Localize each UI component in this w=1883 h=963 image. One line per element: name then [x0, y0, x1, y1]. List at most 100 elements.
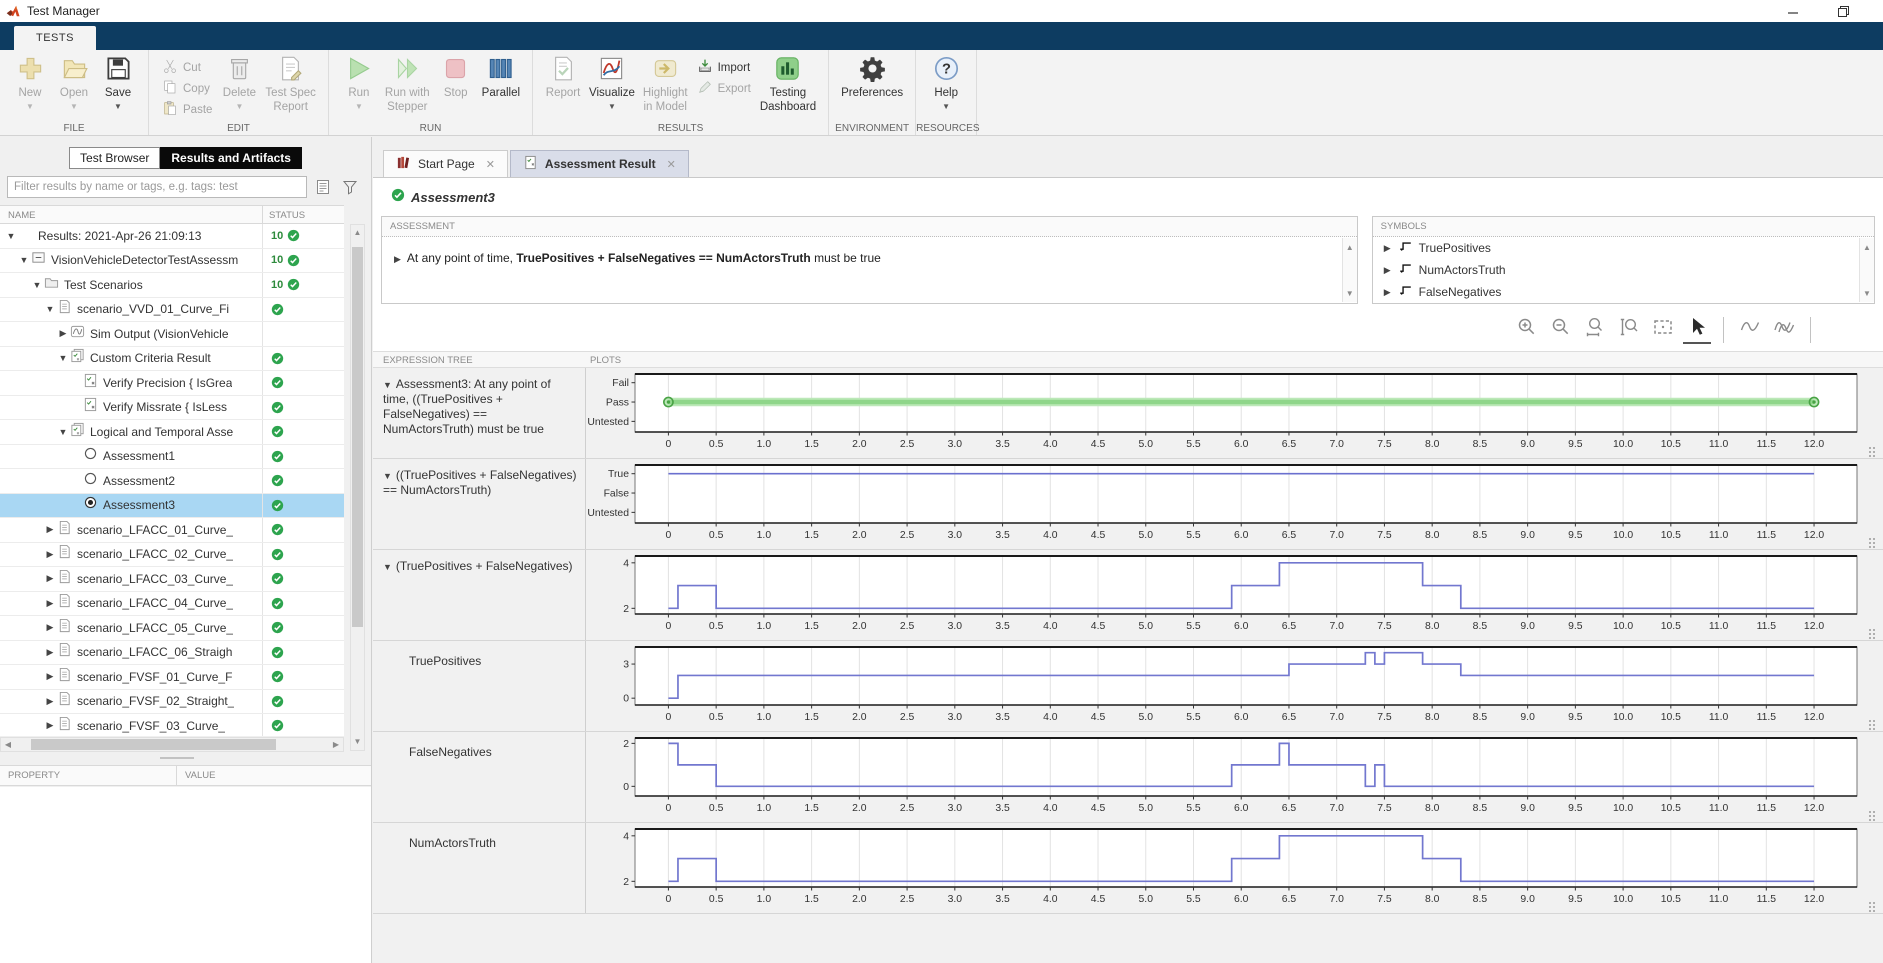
tree-row-scenario-lfacc-03-curve[interactable]: ▶scenario_LFACC_03_Curve_: [0, 567, 344, 592]
import-button[interactable]: Import: [694, 57, 754, 78]
expander-icon[interactable]: ▶: [45, 573, 55, 584]
expression-label[interactable]: ▼(TruePositives + FalseNegatives): [373, 550, 586, 640]
scroll-down-icon[interactable]: ▼: [351, 734, 364, 748]
parallel-button[interactable]: Parallel: [478, 55, 524, 102]
filter-icon[interactable]: [339, 176, 361, 198]
tree-row-assessment2[interactable]: Assessment2: [0, 469, 344, 494]
scroll-left-icon[interactable]: ◀: [1, 738, 15, 751]
dropdown-arrow-icon[interactable]: ▼: [942, 102, 950, 111]
cut-button[interactable]: Cut: [159, 57, 215, 78]
report-button[interactable]: Report: [541, 55, 585, 102]
restore-button[interactable]: [1833, 2, 1853, 20]
data-cursor-button[interactable]: [1736, 316, 1764, 344]
copy-button[interactable]: Copy: [159, 78, 215, 99]
run-with-stepper-button[interactable]: Run withStepper: [381, 55, 434, 116]
expander-icon[interactable]: ▼: [45, 304, 55, 314]
symbol-row-falsenegatives[interactable]: ▶FalseNegatives: [1373, 281, 1874, 303]
tree-row-scenario-fvsf-02-straight[interactable]: ▶scenario_FVSF_02_Straight_: [0, 690, 344, 715]
tree-row-logical-and-temporal-asse[interactable]: ▼Logical and Temporal Asse: [0, 420, 344, 445]
expander-icon[interactable]: ▶: [45, 549, 55, 560]
tree-row-verify-precision-isgrea[interactable]: Verify Precision { IsGrea: [0, 371, 344, 396]
zoom-y-button[interactable]: [1615, 316, 1643, 344]
expander-icon[interactable]: ▶: [58, 328, 68, 339]
scroll-up-icon[interactable]: ▲: [351, 225, 364, 239]
expander-icon[interactable]: ▶: [45, 598, 55, 609]
highlight-in-model-button[interactable]: Highlightin Model: [639, 55, 692, 116]
scroll-up-icon[interactable]: ▲: [1343, 240, 1357, 254]
scroll-down-icon[interactable]: ▼: [1343, 286, 1357, 300]
tree-horizontal-scrollbar[interactable]: ◀ ▶: [0, 737, 344, 752]
panel-tab-results-and-artifacts[interactable]: Results and Artifacts: [160, 147, 302, 169]
tp-plus-fn-plot[interactable]: 4200.51.01.52.02.53.03.54.04.55.05.56.06…: [586, 550, 1883, 640]
minimize-button[interactable]: [1783, 2, 1803, 20]
symbol-row-truepositives[interactable]: ▶TruePositives: [1373, 237, 1874, 259]
dropdown-arrow-icon[interactable]: ▼: [355, 102, 363, 111]
doc-tab-start-page[interactable]: Start Page✕: [383, 150, 508, 177]
visualize-button[interactable]: Visualize▼: [585, 55, 639, 112]
dropdown-arrow-icon[interactable]: ▼: [114, 102, 122, 111]
expander-icon[interactable]: ▶: [45, 671, 55, 682]
symbols-scrollbar[interactable]: ▲ ▼: [1859, 238, 1874, 302]
expander-icon[interactable]: ▶: [1383, 265, 1392, 276]
tree-row-scenario-fvsf-03-curve[interactable]: ▶scenario_FVSF_03_Curve_: [0, 714, 344, 736]
expression-result-plot[interactable]: TrueFalseUntested00.51.01.52.02.53.03.54…: [586, 459, 1883, 549]
expression-label[interactable]: FalseNegatives: [373, 732, 586, 822]
tree-row-verify-missrate-isless[interactable]: Verify Missrate { IsLess: [0, 396, 344, 421]
expander-icon[interactable]: ▶: [45, 696, 55, 707]
expression-label[interactable]: NumActorsTruth: [373, 823, 586, 913]
help-button[interactable]: ?Help▼: [924, 55, 968, 112]
expand-arrow-icon[interactable]: ▶: [394, 254, 401, 264]
dropdown-arrow-icon[interactable]: ▼: [608, 102, 616, 111]
expression-label[interactable]: TruePositives: [373, 641, 586, 731]
expander-icon[interactable]: ▼: [32, 280, 42, 290]
symbol-row-numactorstruth[interactable]: ▶NumActorsTruth: [1373, 259, 1874, 281]
tab-tests[interactable]: TESTS: [14, 26, 96, 50]
preferences-button[interactable]: Preferences: [837, 55, 907, 102]
dropdown-arrow-icon[interactable]: ▼: [26, 102, 34, 111]
expander-icon[interactable]: ▼: [19, 255, 29, 265]
expander-icon[interactable]: ▶: [45, 524, 55, 535]
expander-icon[interactable]: ▼: [58, 427, 68, 437]
run-button[interactable]: Run▼: [337, 55, 381, 112]
tree-row-sim-output-visionvehicle[interactable]: ▶Sim Output (VisionVehicle: [0, 322, 344, 347]
delete-button[interactable]: Delete▼: [217, 55, 261, 112]
tree-row-test-scenarios[interactable]: ▼Test Scenarios10: [0, 273, 344, 298]
expander-icon[interactable]: ▶: [45, 622, 55, 633]
tree-row-scenario-lfacc-02-curve[interactable]: ▶scenario_LFACC_02_Curve_: [0, 543, 344, 568]
data-cursor-multi-button[interactable]: [1770, 316, 1798, 344]
tree-row-visionvehicledetectortestassessm[interactable]: ▼VisionVehicleDetectorTestAssessm10: [0, 249, 344, 274]
scroll-right-icon[interactable]: ▶: [329, 738, 343, 751]
stop-button[interactable]: Stop: [434, 55, 478, 102]
expander-icon[interactable]: ▼: [383, 380, 392, 390]
saved-filters-icon[interactable]: [312, 176, 334, 198]
expander-icon[interactable]: ▼: [58, 353, 68, 363]
falsenegatives-plot[interactable]: 2000.51.01.52.02.53.03.54.04.55.05.56.06…: [586, 732, 1883, 822]
assessment-verdict-plot[interactable]: FailPassUntested00.51.01.52.02.53.03.54.…: [586, 368, 1883, 458]
close-tab-icon[interactable]: ✕: [667, 158, 676, 171]
filter-input[interactable]: [7, 176, 307, 198]
fit-view-button[interactable]: [1649, 316, 1677, 344]
tree-row-scenario-vvd-01-curve-fi[interactable]: ▼scenario_VVD_01_Curve_Fi: [0, 298, 344, 323]
tree-row-assessment3[interactable]: Assessment3: [0, 494, 344, 519]
expression-label[interactable]: ▼((TruePositives + FalseNegatives) == Nu…: [373, 459, 586, 549]
zoom-x-button[interactable]: [1581, 316, 1609, 344]
tree-row-scenario-lfacc-04-curve[interactable]: ▶scenario_LFACC_04_Curve_: [0, 592, 344, 617]
doc-tab-assessment-result[interactable]: Assessment Result✕: [510, 150, 689, 177]
testing-dashboard-button[interactable]: TestingDashboard: [756, 55, 820, 116]
expander-icon[interactable]: ▶: [45, 647, 55, 658]
numactorstruth-plot[interactable]: 4200.51.01.52.02.53.03.54.04.55.05.56.06…: [586, 823, 1883, 913]
expander-icon[interactable]: ▼: [383, 471, 392, 481]
tree-row-scenario-fvsf-01-curve-f[interactable]: ▶scenario_FVSF_01_Curve_F: [0, 665, 344, 690]
tree-row-scenario-lfacc-05-curve[interactable]: ▶scenario_LFACC_05_Curve_: [0, 616, 344, 641]
truepositives-plot[interactable]: 3000.51.01.52.02.53.03.54.04.55.05.56.06…: [586, 641, 1883, 731]
new-button[interactable]: New▼: [8, 55, 52, 112]
zoom-in-button[interactable]: [1513, 316, 1541, 344]
scroll-up-icon[interactable]: ▲: [1860, 240, 1874, 254]
paste-button[interactable]: Paste: [159, 99, 215, 120]
scrollbar-thumb[interactable]: [352, 247, 363, 627]
panel-tab-test-browser[interactable]: Test Browser: [69, 147, 160, 169]
panel-resize-handle[interactable]: [160, 757, 194, 760]
scrollbar-thumb[interactable]: [31, 739, 276, 750]
expander-icon[interactable]: ▶: [45, 720, 55, 731]
dropdown-arrow-icon[interactable]: ▼: [235, 102, 243, 111]
